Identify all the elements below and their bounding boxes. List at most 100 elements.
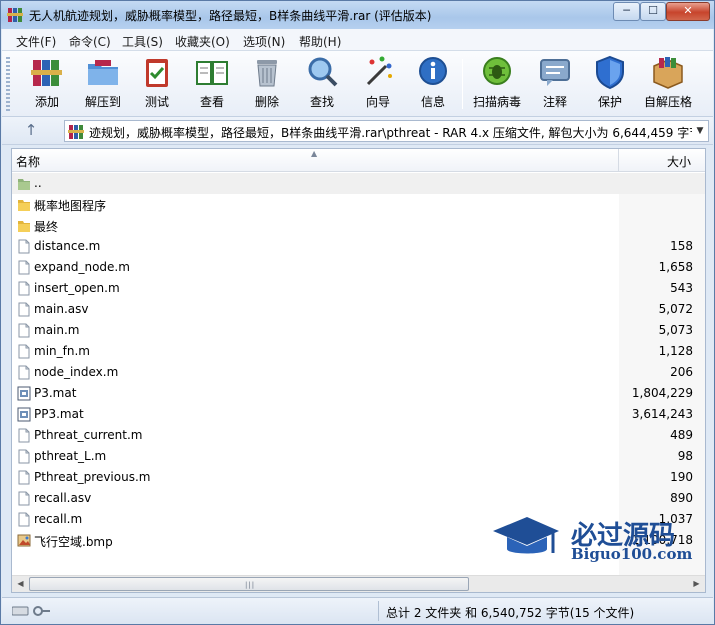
file-row[interactable]: min_fn.m 1,128: [12, 341, 705, 362]
file-name: node_index.m: [34, 365, 119, 379]
parent-folder-icon: [17, 176, 31, 191]
title-bar[interactable]: 无人机航迹规划，威胁概率模型，路径最短，B样条曲线平滑.rar (评估版本) ─…: [1, 1, 714, 29]
file-name: pthreat_L.m: [34, 449, 107, 463]
file-size: 890: [670, 491, 693, 505]
file-name: 最终: [34, 220, 59, 234]
up-one-level-button[interactable]: ↑: [21, 121, 41, 141]
file-size: 206: [670, 365, 693, 379]
trash-icon: [257, 60, 277, 87]
toolbar: 添加 解压到 测试 查看 删除 查找 向导 信息 扫描病毒 注释 保护 自解压格: [2, 51, 713, 117]
menu-file[interactable]: 文件(F): [16, 33, 56, 50]
file-name: distance.m: [34, 239, 101, 253]
file-name: insert_open.m: [34, 281, 120, 295]
magic-wand-icon: [366, 56, 392, 86]
winrar-window: 无人机航迹规划，威胁概率模型，路径最短，B样条曲线平滑.rar (评估版本) ─…: [0, 0, 715, 625]
path-field[interactable]: 迹规划，威胁概率模型，路径最短，B样条曲线平滑.rar\pthreat - RA…: [64, 120, 709, 142]
scroll-left-arrow[interactable]: ◀: [12, 576, 29, 592]
file-size: 489: [670, 428, 693, 442]
maximize-button[interactable]: ☐: [640, 2, 666, 21]
horizontal-scrollbar[interactable]: ◀ ||| ▶: [12, 575, 705, 592]
file-size: 1,128: [658, 344, 693, 358]
delete-label: 删除: [254, 95, 279, 109]
file-name: Pthreat_previous.m: [34, 470, 151, 484]
menu-options[interactable]: 选项(N): [243, 33, 285, 50]
file-name: main.m: [34, 323, 80, 337]
find-label: 查找: [309, 95, 334, 109]
find-button[interactable]: 查找: [301, 54, 343, 112]
delete-button[interactable]: 删除: [246, 54, 288, 112]
scan-virus-button[interactable]: 扫描病毒: [469, 54, 525, 112]
comment-label: 注释: [542, 95, 567, 109]
file-row[interactable]: expand_node.m 1,658: [12, 257, 705, 278]
clipboard-check-icon: [146, 59, 168, 87]
file-row[interactable]: node_index.m 206: [12, 362, 705, 383]
file-size: 5,072: [658, 302, 693, 316]
archive-icon: [68, 125, 84, 139]
comment-button[interactable]: 注释: [534, 54, 576, 112]
file-size: 190: [670, 470, 693, 484]
test-button[interactable]: 测试: [136, 54, 178, 112]
file-size: 1,658: [658, 260, 693, 274]
books-add-icon: [31, 60, 62, 86]
path-dropdown-button[interactable]: ▼: [692, 121, 708, 141]
protect-button[interactable]: 保护: [589, 54, 631, 112]
view-button[interactable]: 查看: [189, 54, 235, 112]
menu-favorites[interactable]: 收藏夹(O): [175, 33, 230, 50]
file-size: 98: [677, 449, 693, 463]
test-label: 测试: [144, 95, 169, 109]
wizard-button[interactable]: 向导: [357, 54, 399, 112]
shield-icon: [596, 55, 624, 90]
file-row[interactable]: insert_open.m 543: [12, 278, 705, 299]
file-size: 3,614,243: [631, 407, 693, 421]
file-row[interactable]: 概率地图程序: [12, 194, 705, 215]
file-row[interactable]: 最终: [12, 215, 705, 236]
sfx-label: 自解压格: [643, 95, 692, 109]
file-row[interactable]: P3.mat 1,804,229: [12, 383, 705, 404]
scroll-grip-icon: |||: [245, 581, 256, 589]
file-row[interactable]: distance.m 158: [12, 236, 705, 257]
file-size: 1,804,229: [631, 386, 693, 400]
file-row[interactable]: main.asv 5,072: [12, 299, 705, 320]
file-row[interactable]: Pthreat_previous.m 190: [12, 467, 705, 488]
file-name: min_fn.m: [34, 344, 90, 358]
info-icon: [419, 57, 447, 85]
folder-extract-icon: [88, 60, 118, 85]
mat-file-icon: [17, 386, 31, 401]
comment-icon: [540, 59, 570, 86]
file-row[interactable]: PP3.mat 3,614,243: [12, 404, 705, 425]
column-header-size[interactable]: 大小: [667, 153, 691, 170]
column-header-name[interactable]: 名称: [16, 153, 40, 170]
file-row[interactable]: ..: [12, 173, 705, 194]
file-size: 543: [670, 281, 693, 295]
add-button[interactable]: 添加: [24, 54, 70, 112]
sort-ascending-icon: ▲: [311, 149, 318, 158]
menu-commands[interactable]: 命令(C): [69, 33, 111, 50]
horizontal-scroll-thumb[interactable]: |||: [29, 577, 469, 591]
extract-to-button[interactable]: 解压到: [78, 54, 128, 112]
file-icon: [17, 323, 31, 338]
scroll-right-arrow[interactable]: ▶: [688, 576, 705, 592]
file-row[interactable]: main.m 5,073: [12, 320, 705, 341]
file-row[interactable]: Pthreat_current.m 489: [12, 425, 705, 446]
file-name: recall.asv: [34, 491, 92, 505]
file-icon: [17, 365, 31, 380]
menu-tools[interactable]: 工具(S): [122, 33, 163, 50]
file-row[interactable]: pthreat_L.m 98: [12, 446, 705, 467]
info-button[interactable]: 信息: [412, 54, 454, 112]
file-icon: [17, 512, 31, 527]
sfx-button[interactable]: 自解压格: [640, 54, 696, 112]
mat-file-icon: [17, 407, 31, 422]
file-icon: [17, 239, 31, 254]
file-size: 158: [670, 239, 693, 253]
file-row[interactable]: recall.asv 890: [12, 488, 705, 509]
file-name: expand_node.m: [34, 260, 130, 274]
close-button[interactable]: ✕: [666, 2, 710, 21]
menu-help[interactable]: 帮助(H): [299, 33, 341, 50]
column-divider[interactable]: [618, 149, 619, 172]
file-name: ..: [34, 176, 42, 190]
toolbar-grip[interactable]: [6, 57, 10, 111]
status-summary: 总计 2 文件夹 和 6,540,752 字节(15 个文件): [386, 606, 635, 620]
wizard-label: 向导: [365, 95, 390, 109]
minimize-button[interactable]: ─: [613, 2, 640, 21]
file-icon: [17, 428, 31, 443]
